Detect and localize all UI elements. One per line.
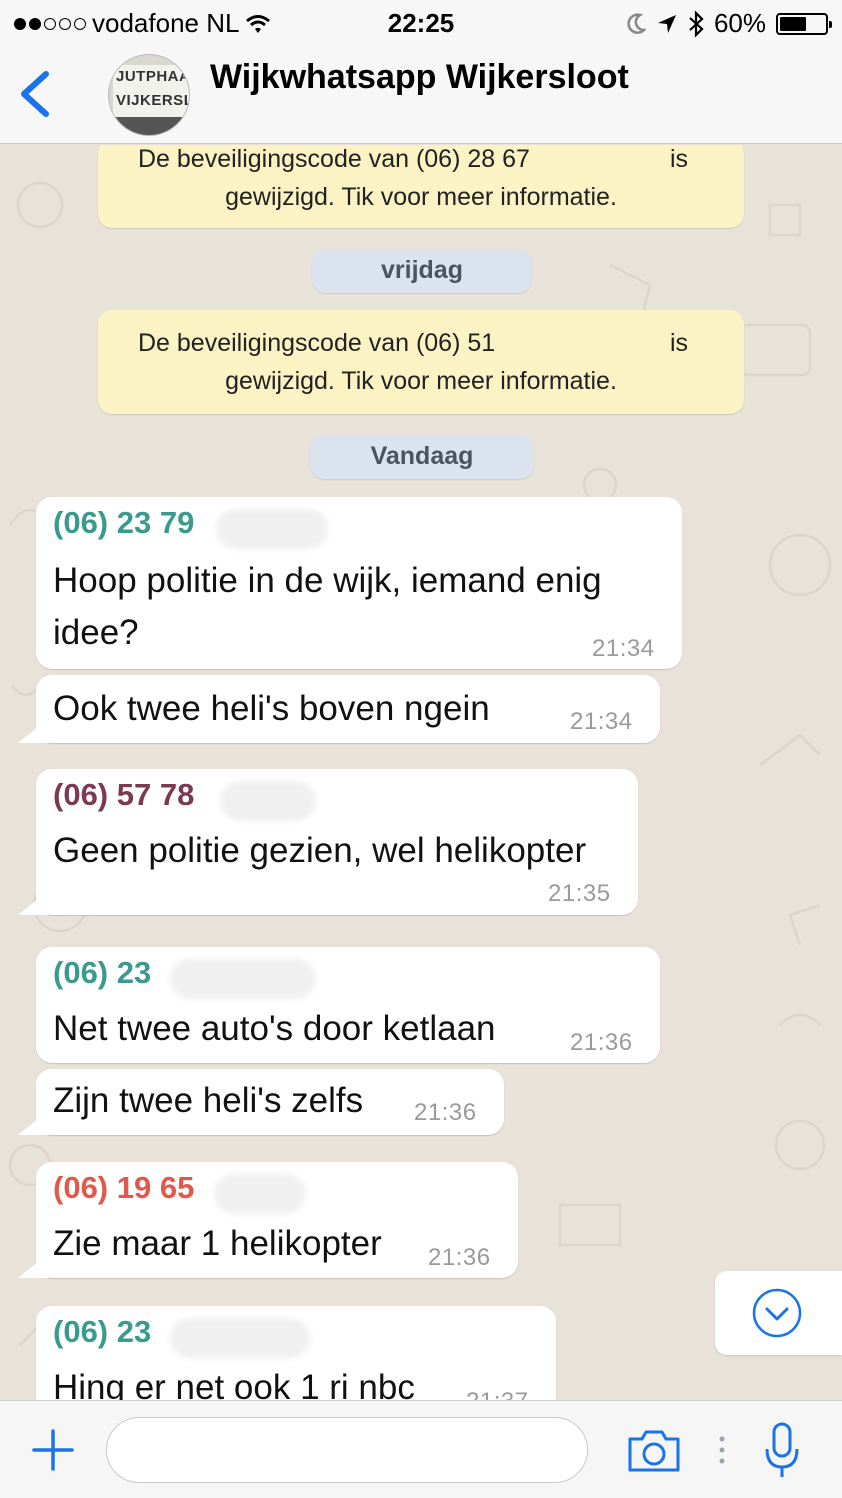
- message-input-bar: [0, 1400, 842, 1498]
- message-bubble[interactable]: (06) 19 65 Zie maar 1 helikopter 21:36: [36, 1162, 518, 1278]
- bluetooth-icon: [689, 10, 704, 37]
- notice-text: De beveiligingscode van (06) 28 67: [138, 145, 530, 173]
- redacted-number: [214, 1174, 306, 1214]
- message-time: 21:36: [570, 1029, 633, 1056]
- avatar-text-line-1: JUTPHAAS: [116, 68, 190, 85]
- message-bubble[interactable]: Zijn twee heli's zelfs 21:36: [36, 1069, 504, 1135]
- message-text: Hing er net ook 1 ri nbc: [53, 1368, 415, 1400]
- avatar-background: [109, 117, 189, 135]
- security-code-notice[interactable]: De beveiligingscode van (06) 28 67 is ge…: [98, 145, 744, 228]
- camera-icon[interactable]: [626, 1429, 682, 1473]
- group-avatar[interactable]: JUTPHAAS VIJKERSLO: [108, 54, 190, 136]
- battery-icon: [776, 12, 832, 35]
- battery-percent: 60%: [713, 8, 766, 38]
- status-right: 60%: [626, 8, 832, 39]
- message-text: Zie maar 1 helikopter: [53, 1224, 382, 1263]
- message-time: 21:36: [414, 1099, 477, 1126]
- sender-name[interactable]: (06) 19 65: [53, 1170, 194, 1206]
- avatar-sign: JUTPHAAS VIJKERSLO: [113, 65, 190, 117]
- notice-text-end: is: [669, 329, 688, 357]
- scroll-to-bottom-button[interactable]: [715, 1271, 842, 1355]
- notice-line-2: gewijzigd. Tik voor meer informatie.: [225, 183, 617, 211]
- sender-name[interactable]: (06) 57 78: [53, 777, 194, 813]
- message-time: 21:34: [592, 635, 655, 662]
- message-text: Geen politie gezien, wel helikopter: [53, 831, 587, 870]
- notice-line-2: gewijzigd. Tik voor meer informatie.: [225, 367, 617, 395]
- message-time: 21:37: [466, 1388, 529, 1400]
- chevron-left-icon[interactable]: [14, 66, 58, 122]
- message-bubble[interactable]: (06) 23 79 Hoop politie in de wijk, iema…: [36, 497, 682, 669]
- message-bubble[interactable]: (06) 23 Net twee auto's door ketlaan 21:…: [36, 947, 660, 1063]
- redacted-number: [216, 509, 328, 549]
- separator-dots: [719, 1436, 725, 1464]
- moon-icon: [627, 12, 646, 34]
- security-code-notice[interactable]: De beveiligingscode van (06) 51 is gewij…: [98, 310, 744, 414]
- message-bubble[interactable]: (06) 23 Hing er net ook 1 ri nbc 21:37: [36, 1306, 556, 1400]
- chat-area[interactable]: De beveiligingscode van (06) 28 67 is ge…: [0, 145, 842, 1400]
- notice-line-1: De beveiligingscode van (06) 28 67 is: [98, 145, 744, 178]
- redacted-number: [220, 781, 316, 821]
- message-text-line-2: idee?: [53, 613, 139, 652]
- mic-icon[interactable]: [762, 1421, 802, 1481]
- date-chip: Vandaag: [310, 435, 534, 479]
- message-input[interactable]: [106, 1417, 588, 1483]
- message-text: Zijn twee heli's zelfs: [53, 1081, 364, 1120]
- redacted-number: [170, 959, 316, 999]
- battery-fill: [780, 16, 807, 31]
- chat-title[interactable]: Wijkwhatsapp Wijkersloot: [210, 58, 629, 97]
- status-bar: vodafone NL 22:25 60%: [0, 0, 842, 46]
- sender-name[interactable]: (06) 23: [53, 1314, 151, 1350]
- chevron-down-circle-icon: [752, 1288, 802, 1338]
- message-time: 21:35: [548, 880, 611, 907]
- plus-icon[interactable]: [30, 1427, 76, 1473]
- location-arrow-icon: [657, 14, 676, 33]
- notice-text-end: is: [669, 145, 688, 173]
- date-chip: vrijdag: [312, 249, 532, 293]
- avatar-text-line-2: VIJKERSLO: [116, 92, 189, 109]
- message-text: Ook twee heli's boven ngein: [53, 689, 490, 728]
- redacted-number: [170, 1318, 310, 1358]
- message-time: 21:34: [570, 708, 633, 735]
- message-bubble[interactable]: (06) 57 78 Geen politie gezien, wel heli…: [36, 769, 638, 915]
- message-time: 21:36: [428, 1244, 491, 1271]
- message-bubble[interactable]: Ook twee heli's boven ngein 21:34: [36, 675, 660, 743]
- sender-name[interactable]: (06) 23 79: [53, 505, 194, 541]
- notice-line-1: De beveiligingscode van (06) 51 is: [98, 324, 744, 362]
- message-text: Net twee auto's door ketlaan: [53, 1009, 496, 1048]
- message-text-line-1: Hoop politie in de wijk, iemand enig: [53, 561, 602, 600]
- notice-text: De beveiligingscode van (06) 51: [138, 329, 496, 357]
- chat-header: JUTPHAAS VIJKERSLO Wijkwhatsapp Wijkersl…: [0, 46, 842, 144]
- sender-name[interactable]: (06) 23: [53, 955, 151, 991]
